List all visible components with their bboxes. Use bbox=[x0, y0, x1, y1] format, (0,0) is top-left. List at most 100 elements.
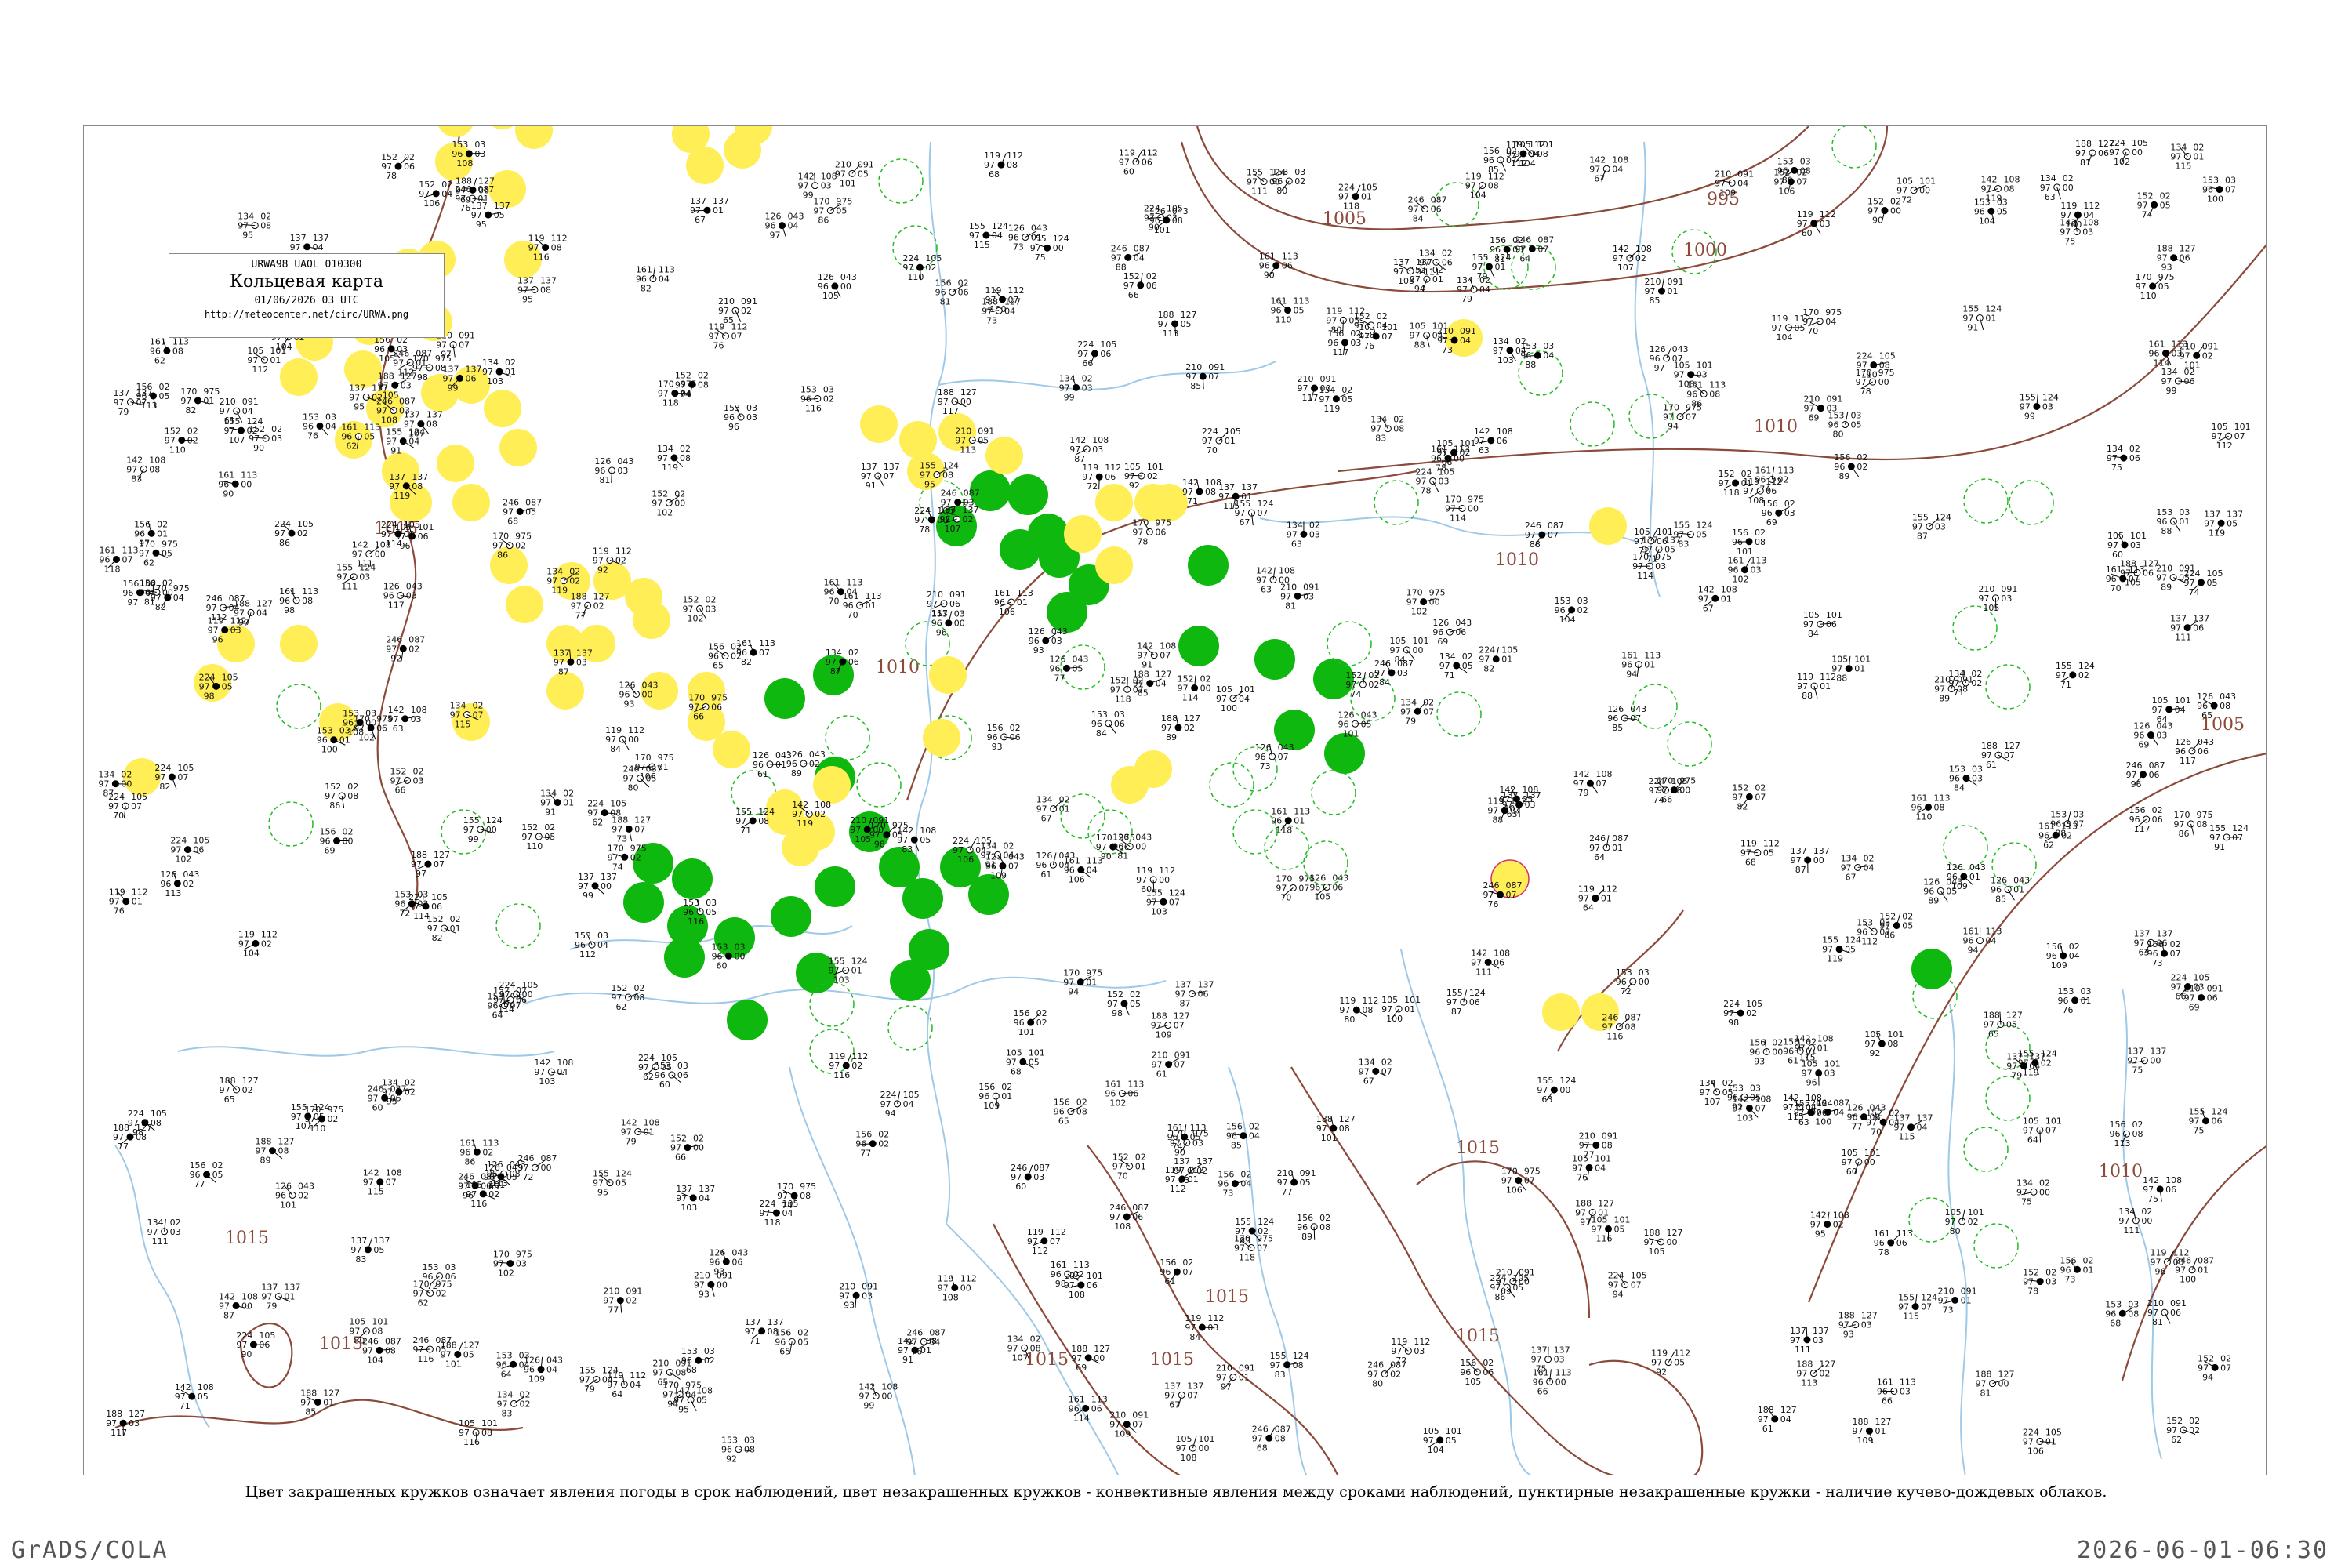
rain-marker bbox=[623, 882, 664, 923]
cloud-cover-circle bbox=[395, 1088, 403, 1096]
station-plot: 119971120568 bbox=[1740, 839, 1780, 868]
station-value: 01 bbox=[1985, 314, 1996, 324]
station-value: 107 bbox=[229, 435, 245, 445]
station-value: 94 bbox=[2202, 1372, 2213, 1382]
station-value: 07 bbox=[434, 859, 445, 869]
station-value: 04 bbox=[846, 587, 857, 597]
station-value: 04 bbox=[546, 1365, 557, 1375]
station-value: 91 bbox=[1142, 660, 1152, 670]
station-value: 72 bbox=[1901, 195, 1912, 205]
station-value: 61 bbox=[1788, 1056, 1798, 1066]
station-value: 06 bbox=[1282, 261, 1293, 271]
cumulonimbus-ring bbox=[1963, 1127, 2009, 1172]
station-value: 01 bbox=[1644, 660, 1655, 670]
station-value: 101 bbox=[1018, 1027, 1035, 1037]
station-value: 00 bbox=[2063, 183, 2074, 193]
station-plot: 170979750678 bbox=[1132, 517, 1171, 546]
station-value: 111 bbox=[1795, 1345, 1811, 1355]
station-value: 08 bbox=[698, 379, 709, 390]
station-value: 98 bbox=[1728, 1018, 1739, 1028]
station-value: 04 bbox=[229, 603, 240, 613]
station-value: 06 bbox=[2211, 1116, 2222, 1127]
cloud-cover-circle bbox=[1664, 1359, 1672, 1367]
station-value: 00 bbox=[734, 951, 745, 961]
station-value: 07 bbox=[1423, 706, 1434, 717]
station-value: 95 bbox=[354, 401, 365, 412]
station-value: 08 bbox=[1293, 1360, 1304, 1370]
station-value: 06 bbox=[2207, 993, 2218, 1003]
station-plot: 1619611305110 bbox=[1271, 296, 1310, 325]
station-plot: 142971080087 bbox=[219, 1291, 258, 1320]
station-plot: 1889712705113 bbox=[1158, 310, 1197, 339]
station-value: 88 bbox=[1492, 815, 1503, 826]
station-plot: 105971010280 bbox=[1945, 1207, 1984, 1236]
station-value: 98 bbox=[1112, 1008, 1123, 1018]
station-value: 118 bbox=[1239, 1253, 1255, 1263]
station-value: 77 bbox=[118, 1142, 129, 1152]
station-value: 78 bbox=[1137, 536, 1148, 546]
station-plot: 155971240179 bbox=[1472, 252, 1511, 281]
station-value: 119 bbox=[797, 818, 813, 829]
station-plot: 2109709103105 bbox=[1978, 584, 2017, 613]
station-value: 02 bbox=[408, 644, 419, 654]
station-value: 04 bbox=[1595, 1163, 1606, 1173]
station-value: 104 bbox=[1470, 191, 1486, 201]
station-value: 115 bbox=[1903, 1312, 1919, 1322]
station-value: 07 bbox=[1278, 752, 1289, 762]
station-value: 68 bbox=[1442, 457, 1453, 467]
station-value: 60 bbox=[1846, 1167, 1857, 1177]
station-plot: 152970202110 bbox=[165, 426, 198, 455]
station-value: 00 bbox=[1159, 875, 1170, 885]
station-value: 112 bbox=[2216, 441, 2233, 451]
station-value: 00 bbox=[960, 1283, 971, 1293]
station-value: 88 bbox=[2161, 526, 2172, 536]
station-value: 80 bbox=[627, 783, 638, 793]
station-value: 100 bbox=[1221, 703, 1237, 713]
station-value: 97 bbox=[1580, 1218, 1591, 1228]
station-value: 61 bbox=[1040, 869, 1051, 880]
station-value: 00 bbox=[628, 735, 639, 745]
station-plot: 1709797507106 bbox=[1501, 1167, 1541, 1196]
station-value: 82 bbox=[641, 284, 652, 294]
station-value: 05 bbox=[525, 506, 536, 517]
station-value: 105 bbox=[1649, 1247, 1665, 1257]
station-value: 85 bbox=[1190, 381, 1201, 391]
station-value: 04 bbox=[1004, 306, 1015, 316]
station-value: 89 bbox=[2161, 583, 2172, 593]
station-plot: 2109709104109 bbox=[1715, 169, 1754, 198]
station-value: 113 bbox=[1801, 1378, 1817, 1388]
station-value: 04 bbox=[1239, 694, 1250, 704]
station-value: 95 bbox=[597, 1188, 608, 1198]
station-value: 114 bbox=[1637, 571, 1653, 581]
station-plot: 15696020473 bbox=[1218, 1170, 1251, 1199]
station-value: 87 bbox=[1179, 999, 1190, 1009]
station-value: 97 bbox=[441, 350, 452, 360]
station-value: 93 bbox=[713, 1266, 724, 1276]
station-value: 04 bbox=[1985, 936, 1996, 946]
station-value: 60 bbox=[716, 960, 727, 971]
station-value: 02 bbox=[183, 879, 194, 889]
station-value: 94 bbox=[1967, 946, 1978, 956]
station-plot: 161961130194 bbox=[1621, 651, 1661, 680]
station-value: 60 bbox=[659, 1080, 670, 1090]
station-plot: 1889712707109 bbox=[1151, 1011, 1190, 1040]
station-value: 02 bbox=[515, 541, 526, 551]
fog-marker bbox=[713, 731, 750, 768]
cloud-cover-circle bbox=[1284, 817, 1292, 825]
station-plot: 15696020173 bbox=[2060, 1255, 2094, 1284]
station-plot: 15297020678 bbox=[381, 152, 415, 181]
station-plot: 1619611307118 bbox=[99, 545, 138, 574]
station-value: 93 bbox=[1843, 1330, 1854, 1340]
station-value: 03 bbox=[2001, 593, 2012, 604]
station-value: 02 bbox=[1971, 678, 1982, 688]
rain-marker bbox=[1188, 545, 1229, 586]
station-value: 03 bbox=[413, 775, 424, 786]
station-value: 97 bbox=[770, 230, 781, 241]
station-plot: 1619611303102 bbox=[1728, 556, 1767, 585]
station-value: 06 bbox=[1896, 1238, 1907, 1248]
station-value: 65 bbox=[657, 1377, 668, 1387]
station-plot: 119971120176 bbox=[109, 887, 148, 916]
station-value: 05 bbox=[1072, 663, 1083, 673]
station-plot: 15297020182 bbox=[427, 914, 461, 943]
station-value: 05 bbox=[158, 391, 169, 401]
